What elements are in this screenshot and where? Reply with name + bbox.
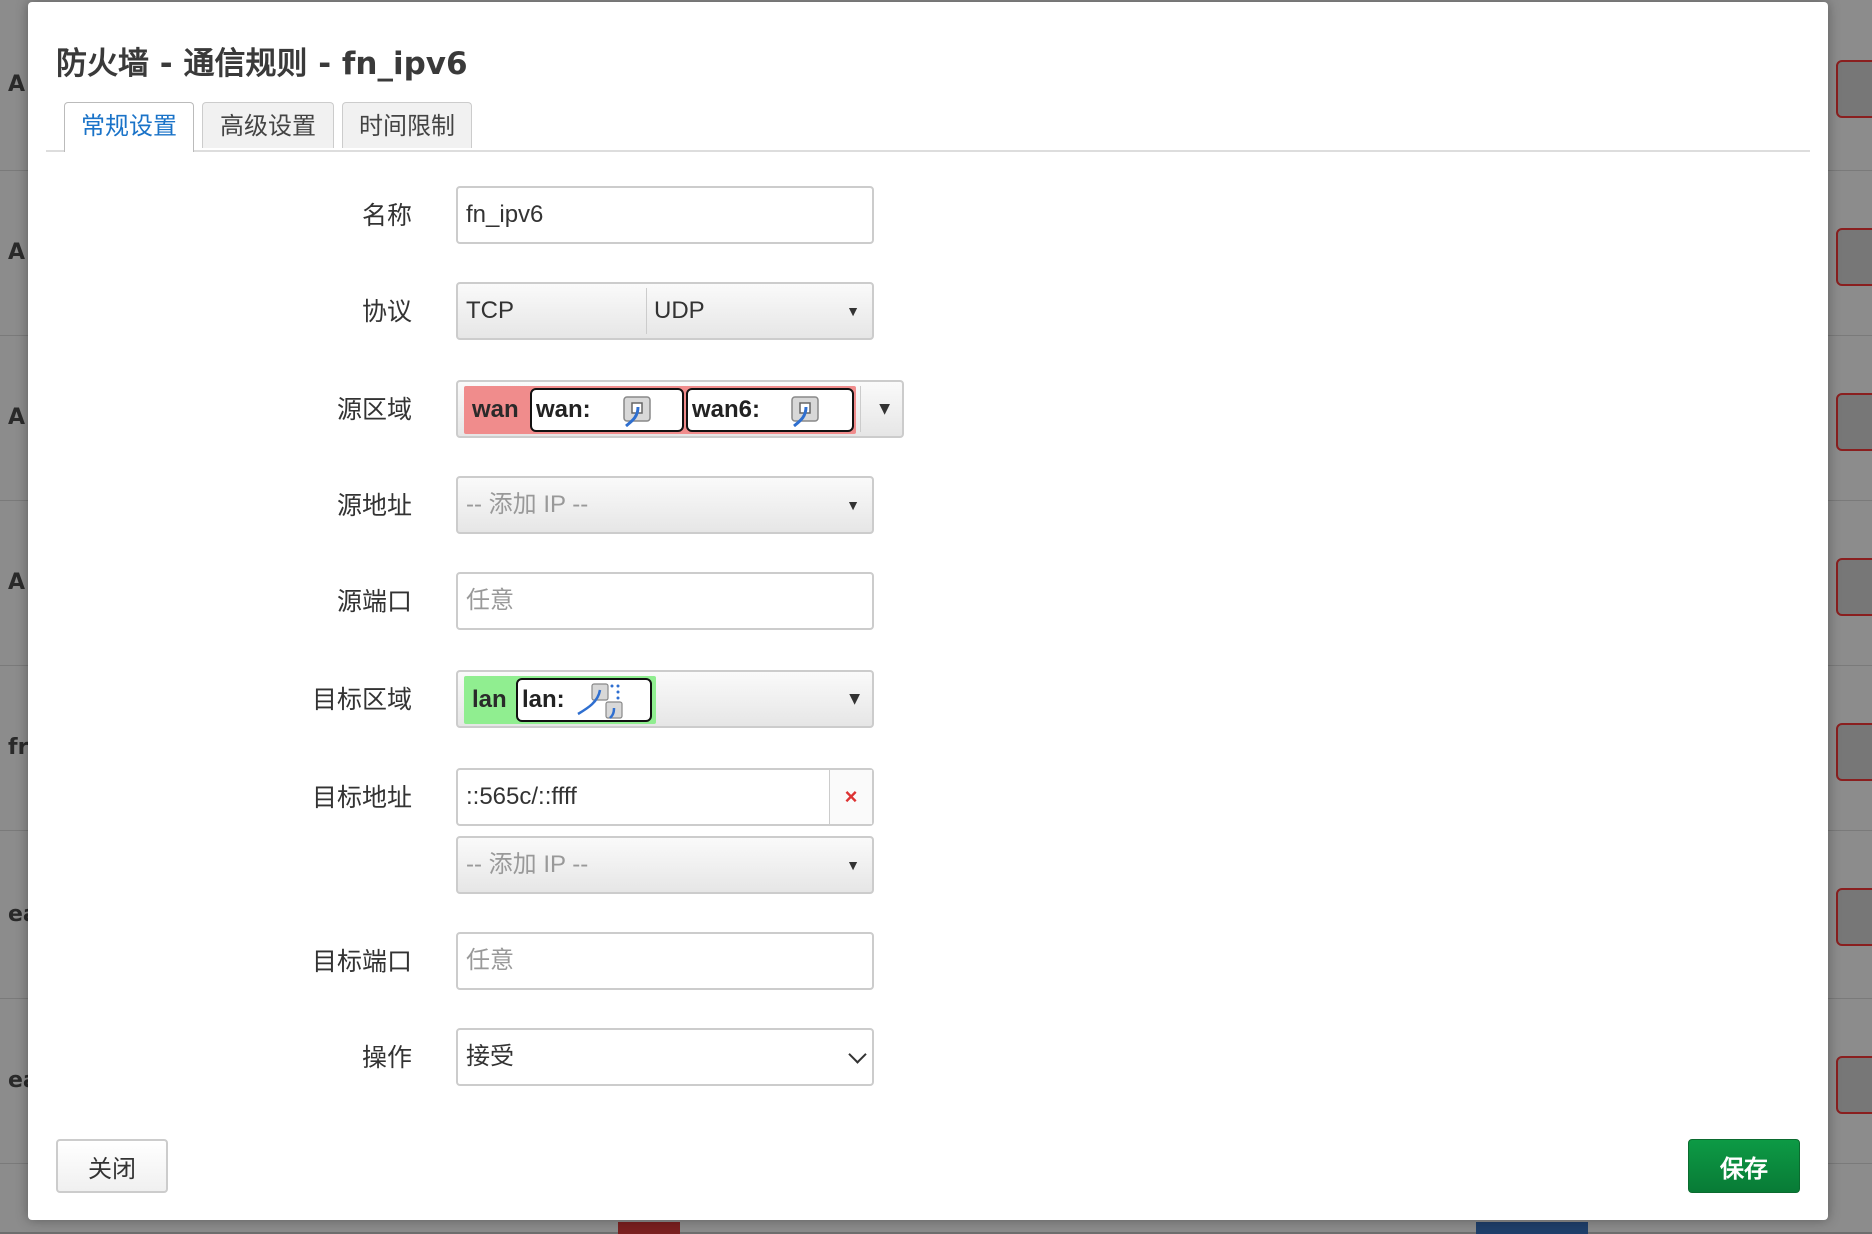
row-dest-address: 目标地址 ::565c/::ffff ×: [28, 768, 1828, 828]
bg-delete-button: [1836, 1056, 1872, 1114]
name-label: 名称: [361, 201, 412, 230]
dest-zone-label: 目标区域: [311, 685, 412, 714]
protocol-select[interactable]: TCP UDP ▼: [456, 282, 874, 340]
dest-port-label: 目标端口: [311, 947, 412, 976]
source-address-label: 源地址: [336, 491, 412, 520]
network-label: lan:: [522, 686, 565, 713]
close-button[interactable]: 关闭: [56, 1139, 168, 1193]
bg-delete-button: [1836, 558, 1872, 616]
network-label: wan:: [536, 396, 591, 423]
caret-down-icon: ▼: [846, 857, 860, 873]
bg-delete-button: [1836, 228, 1872, 286]
tab-general[interactable]: 常规设置: [64, 102, 194, 152]
save-button[interactable]: 保存: [1688, 1139, 1800, 1193]
caret-down-icon: ▼: [879, 401, 890, 417]
bg-row-label: A: [8, 240, 26, 265]
zone-name: wan: [472, 396, 519, 423]
row-dest-port: 目标端口 任意: [28, 932, 1828, 992]
source-zone-select[interactable]: wan wan: wan6: ▼: [456, 380, 904, 438]
row-source-address: 源地址 -- 添加 IP -- ▼: [28, 476, 1828, 536]
row-protocol: 协议 TCP UDP ▼: [28, 282, 1828, 342]
dest-port-input[interactable]: 任意: [456, 932, 874, 990]
dest-address-add-select[interactable]: -- 添加 IP -- ▼: [456, 836, 874, 894]
bg-delete-button: [1836, 393, 1872, 451]
network-chip-lan: lan:: [516, 678, 652, 722]
network-chip-wan6: wan6:: [686, 388, 854, 432]
source-zone-label: 源区域: [336, 395, 412, 424]
action-select[interactable]: 接受: [456, 1028, 874, 1086]
zone-name: lan: [472, 686, 507, 713]
caret-down-icon: ▼: [849, 691, 860, 707]
bg-row-label: A: [8, 72, 26, 97]
row-action: 操作 接受: [28, 1028, 1828, 1088]
ethernet-port-icon: [623, 396, 651, 427]
dest-address-label: 目标地址: [311, 783, 412, 812]
dest-address-add-placeholder: -- 添加 IP --: [466, 851, 589, 878]
source-address-placeholder: -- 添加 IP --: [466, 491, 589, 518]
ethernet-port-icon: [791, 396, 819, 427]
bg-footer-mark: [618, 1222, 680, 1234]
row-dest-zone: 目标区域 lan lan: ▼: [28, 670, 1828, 730]
dest-address-value: ::565c/::ffff: [466, 783, 577, 810]
protocol-value-tcp: TCP: [466, 297, 514, 324]
source-port-label: 源端口: [336, 587, 412, 616]
row-source-port: 源端口 任意: [28, 572, 1828, 632]
network-label: wan6:: [692, 396, 761, 423]
source-address-select[interactable]: -- 添加 IP -- ▼: [456, 476, 874, 534]
tab-time-restriction[interactable]: 时间限制: [342, 102, 472, 148]
caret-down-icon: ▼: [846, 497, 860, 513]
remove-address-button[interactable]: ×: [829, 770, 872, 824]
zone-divider: [860, 386, 861, 432]
rule-edit-modal: 防火墙 - 通信规则 - fn_ipv6 常规设置 高级设置 时间限制 名称 f…: [28, 2, 1828, 1220]
bridge-network-icon: [577, 683, 623, 719]
row-dest-address-add: -- 添加 IP -- ▼: [28, 836, 1828, 896]
bg-row-label: fr: [8, 735, 29, 760]
zone-badge-lan: lan lan:: [464, 676, 656, 724]
bg-footer-mark: [1476, 1222, 1588, 1234]
protocol-label: 协议: [361, 297, 412, 326]
caret-down-icon: ▼: [846, 303, 860, 319]
action-label: 操作: [361, 1043, 412, 1072]
protocol-value-udp: UDP: [654, 297, 705, 324]
bg-delete-button: [1836, 888, 1872, 946]
tab-bar: 常规设置 高级设置 时间限制: [46, 100, 1810, 152]
bg-row-label: A: [8, 405, 26, 430]
bg-delete-button: [1836, 60, 1872, 118]
protocol-divider: [646, 288, 647, 334]
action-value: 接受: [466, 1043, 514, 1070]
modal-title: 防火墙 - 通信规则 - fn_ipv6: [56, 46, 468, 82]
zone-badge-wan: wan wan: wan6:: [464, 386, 856, 434]
source-port-input[interactable]: 任意: [456, 572, 874, 630]
network-chip-wan: wan:: [530, 388, 684, 432]
bg-row-label: A: [8, 570, 26, 595]
row-name: 名称 fn_ipv6: [28, 186, 1828, 246]
dest-address-entry[interactable]: ::565c/::ffff ×: [456, 768, 874, 826]
row-source-zone: 源区域 wan wan: wan6: ▼: [28, 380, 1828, 440]
chevron-down-icon: [848, 1045, 867, 1064]
tab-advanced[interactable]: 高级设置: [202, 102, 334, 148]
bg-delete-button: [1836, 723, 1872, 781]
name-input[interactable]: fn_ipv6: [456, 186, 874, 244]
dest-zone-select[interactable]: lan lan: ▼: [456, 670, 874, 728]
